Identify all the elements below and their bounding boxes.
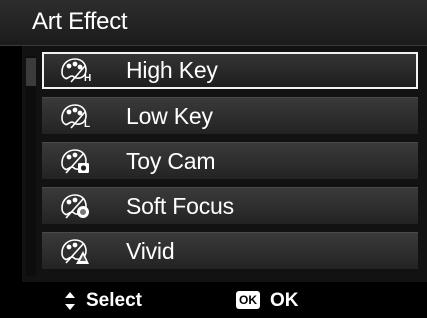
art-effect-menu: H High Key L Low Key Toy Cam Soft Focus … <box>42 52 418 277</box>
page-title: Art Effect <box>32 8 128 35</box>
menu-item-toy-cam[interactable]: Toy Cam <box>42 142 418 179</box>
menu-item-vivid[interactable]: Vivid <box>42 232 418 269</box>
footer-bar: Select OK OK <box>0 283 427 318</box>
select-hint-label: Select <box>86 290 142 311</box>
menu-item-label: Toy Cam <box>126 148 216 174</box>
header-bar: Art Effect <box>0 0 427 46</box>
toy-cam-icon <box>61 149 89 174</box>
art-effect-screen: Art Effect H High Key L Low Key Toy Cam … <box>0 0 427 318</box>
scrollbar[interactable] <box>26 56 36 276</box>
low-key-badge: L <box>84 119 91 130</box>
ok-button-icon: OK <box>236 291 260 309</box>
menu-item-low-key[interactable]: L Low Key <box>42 97 418 134</box>
vivid-icon <box>61 239 89 264</box>
menu-item-soft-focus[interactable]: Soft Focus <box>42 187 418 224</box>
high-key-badge: H <box>84 73 92 84</box>
scrollbar-thumb[interactable] <box>26 58 36 86</box>
menu-item-label: High Key <box>126 57 218 83</box>
menu-item-label: Low Key <box>126 103 213 129</box>
soft-focus-icon <box>61 194 89 219</box>
menu-item-label: Vivid <box>126 238 175 264</box>
menu-item-high-key[interactable]: H High Key <box>42 52 418 89</box>
menu-item-label: Soft Focus <box>126 193 234 219</box>
ok-hint-label: OK <box>270 290 299 311</box>
up-down-arrows-icon <box>65 292 75 310</box>
